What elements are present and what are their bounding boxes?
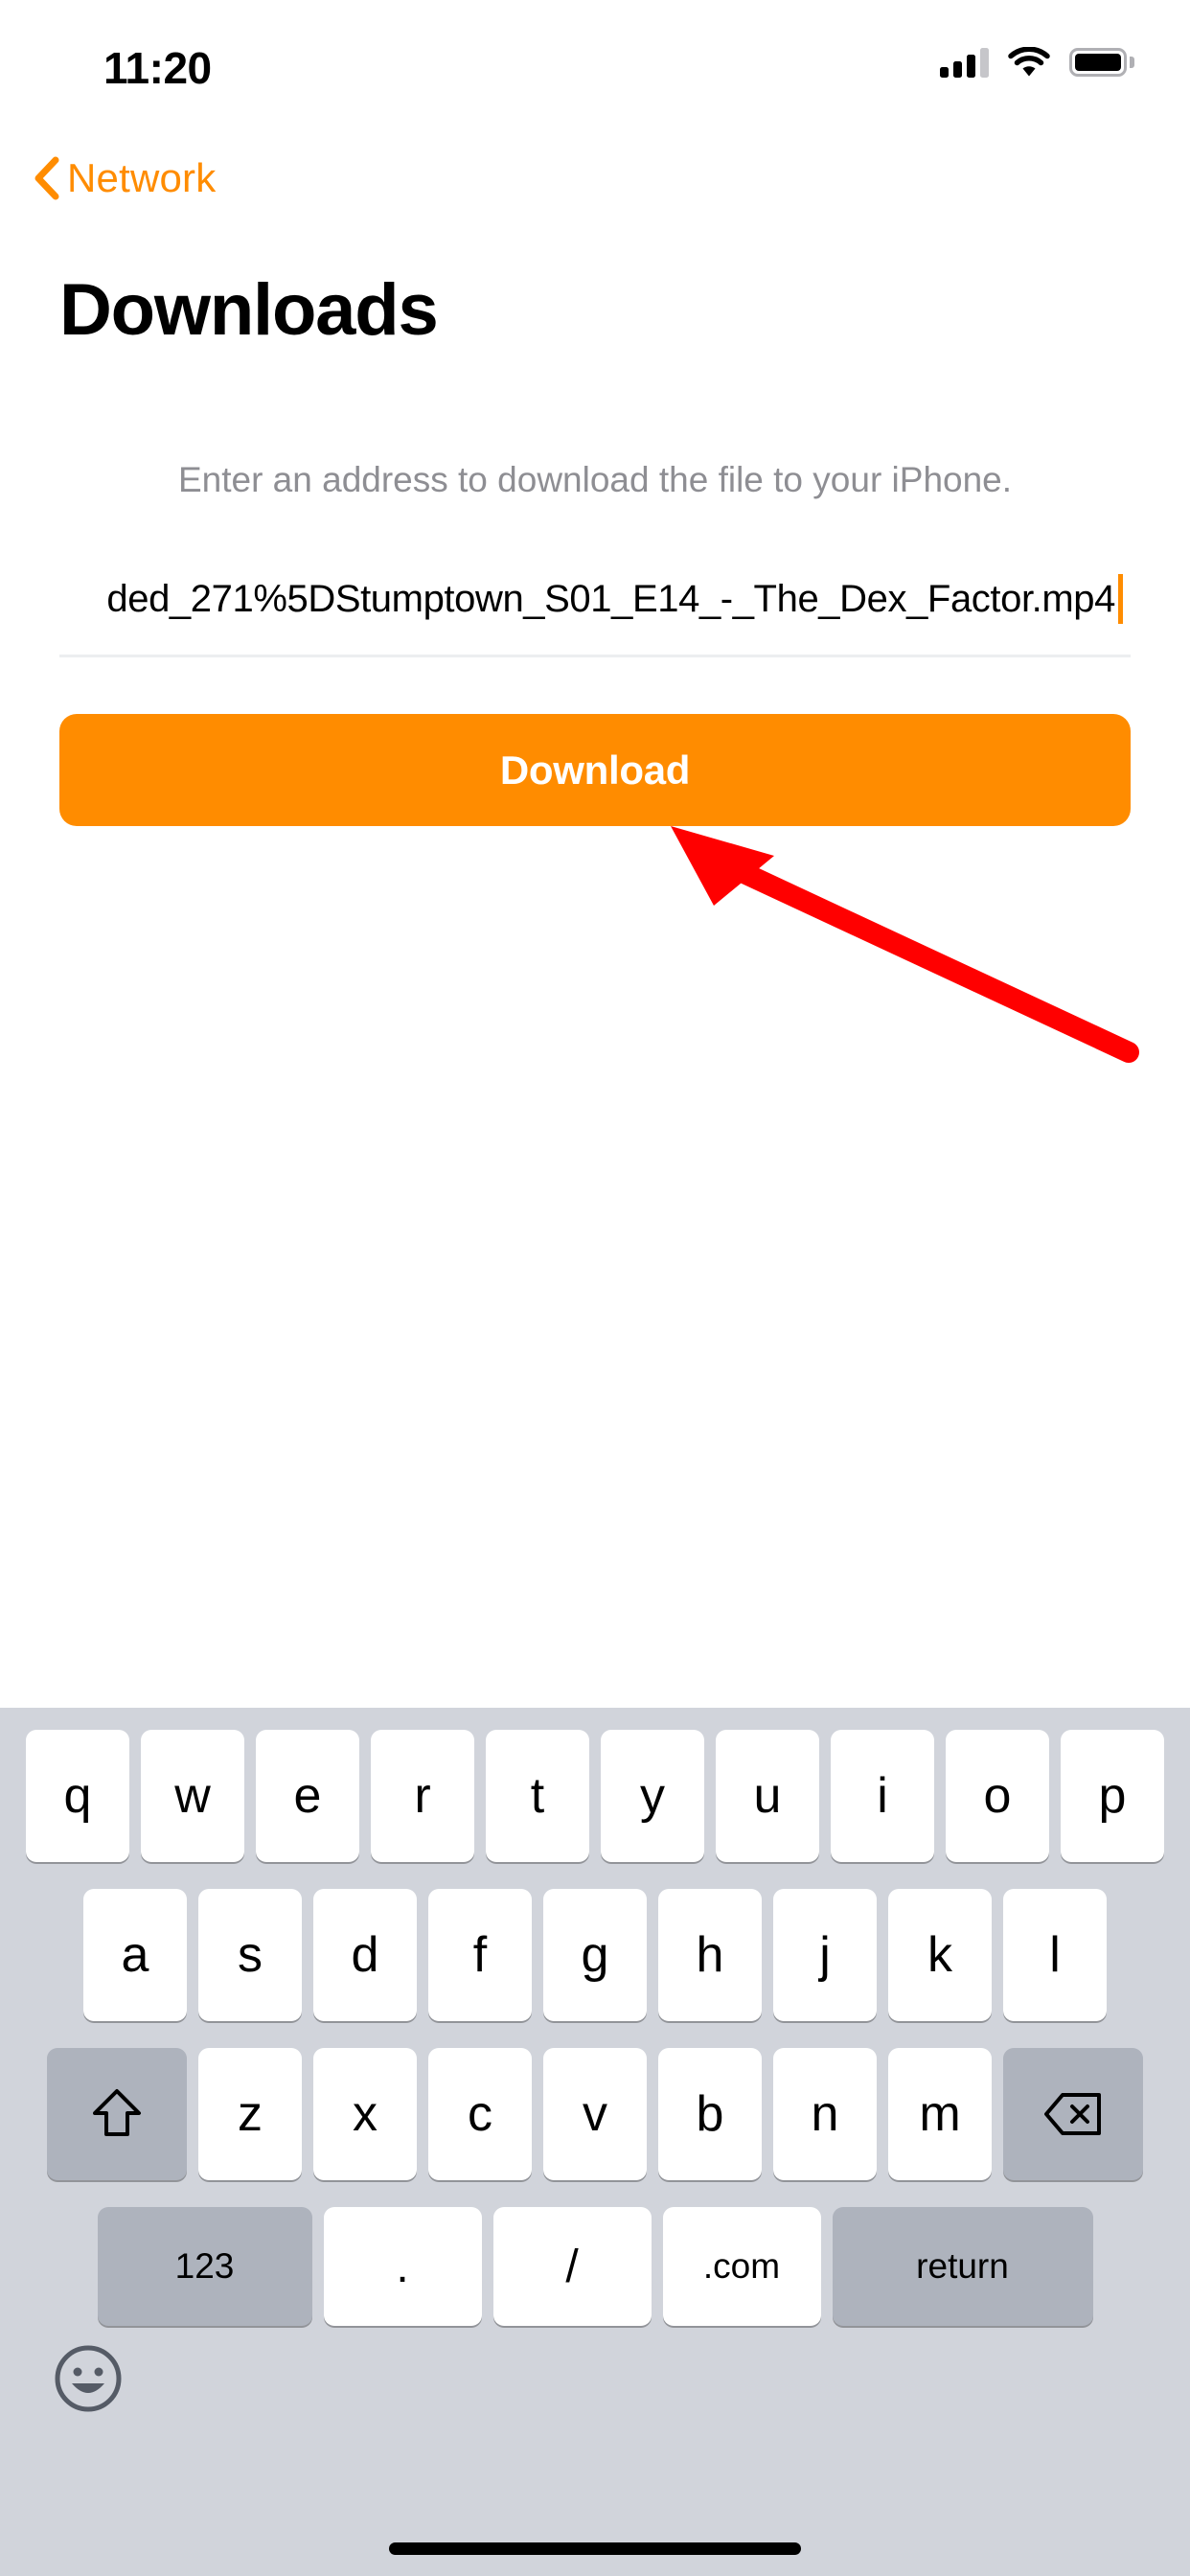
status-bar: 11:20 <box>0 0 1190 101</box>
onscreen-keyboard[interactable]: q w e r t y u i o p a s d f g h j k l z … <box>0 1708 1190 2576</box>
key-numbers[interactable]: 123 <box>97 2207 312 2326</box>
delete-backspace-icon <box>1043 2091 1103 2137</box>
key-p[interactable]: p <box>1061 1730 1164 1862</box>
key-slash[interactable]: / <box>492 2207 652 2326</box>
wifi-icon <box>1008 47 1050 78</box>
key-d[interactable]: d <box>313 1889 417 2021</box>
key-y[interactable]: y <box>601 1730 704 1862</box>
keyboard-row-4: 123 . / .com return <box>0 2207 1190 2326</box>
key-period[interactable]: . <box>323 2207 482 2326</box>
key-t[interactable]: t <box>486 1730 589 1862</box>
url-input-value: ded_271%5DStumptown_S01_E14_-_The_Dex_Fa… <box>106 577 1115 620</box>
key-l[interactable]: l <box>1003 1889 1107 2021</box>
key-v[interactable]: v <box>543 2048 647 2180</box>
key-b[interactable]: b <box>658 2048 762 2180</box>
page-title: Downloads <box>59 269 439 351</box>
keyboard-row-3: z x c v b n m <box>0 2048 1190 2180</box>
key-o[interactable]: o <box>946 1730 1049 1862</box>
key-m[interactable]: m <box>888 2048 992 2180</box>
key-w[interactable]: w <box>141 1730 244 1862</box>
key-q[interactable]: q <box>26 1730 129 1862</box>
shift-arrow-up-icon <box>91 2086 143 2142</box>
key-k[interactable]: k <box>888 1889 992 2021</box>
key-j[interactable]: j <box>773 1889 877 2021</box>
key-e[interactable]: e <box>256 1730 359 1862</box>
key-g[interactable]: g <box>543 1889 647 2021</box>
keyboard-bottom-bar <box>0 2326 1190 2431</box>
url-input-container[interactable]: ded_271%5DStumptown_S01_E14_-_The_Dex_Fa… <box>59 565 1131 657</box>
key-h[interactable]: h <box>658 1889 762 2021</box>
status-bar-icons <box>940 42 1134 82</box>
home-indicator-bar <box>389 2542 801 2555</box>
key-a[interactable]: a <box>83 1889 187 2021</box>
key-u[interactable]: u <box>716 1730 819 1862</box>
key-f[interactable]: f <box>428 1889 532 2021</box>
keyboard-row-1: q w e r t y u i o p <box>0 1730 1190 1862</box>
battery-full-icon <box>1069 48 1134 77</box>
key-dotcom[interactable]: .com <box>662 2207 821 2326</box>
key-shift[interactable] <box>47 2048 187 2180</box>
key-z[interactable]: z <box>198 2048 302 2180</box>
key-return[interactable]: return <box>832 2207 1093 2326</box>
key-n[interactable]: n <box>773 2048 877 2180</box>
key-c[interactable]: c <box>428 2048 532 2180</box>
back-button-label: Network <box>67 155 217 200</box>
text-caret <box>1118 574 1123 624</box>
keyboard-row-2: a s d f g h j k l <box>0 1889 1190 2021</box>
page-subtitle: Enter an address to download the file to… <box>177 460 1013 499</box>
status-bar-time: 11:20 <box>103 43 212 93</box>
cellular-signal-icon <box>940 47 989 78</box>
key-x[interactable]: x <box>313 2048 417 2180</box>
emoji-smiley-icon[interactable] <box>53 2343 124 2414</box>
url-input-underline <box>59 655 1131 657</box>
back-button-network[interactable]: Network <box>33 155 216 201</box>
key-delete[interactable] <box>1003 2048 1143 2180</box>
key-r[interactable]: r <box>371 1730 474 1862</box>
url-input[interactable]: ded_271%5DStumptown_S01_E14_-_The_Dex_Fa… <box>59 565 1131 632</box>
key-s[interactable]: s <box>198 1889 302 2021</box>
download-button[interactable]: Download <box>59 714 1131 826</box>
key-i[interactable]: i <box>831 1730 934 1862</box>
chevron-left-icon <box>33 156 59 200</box>
